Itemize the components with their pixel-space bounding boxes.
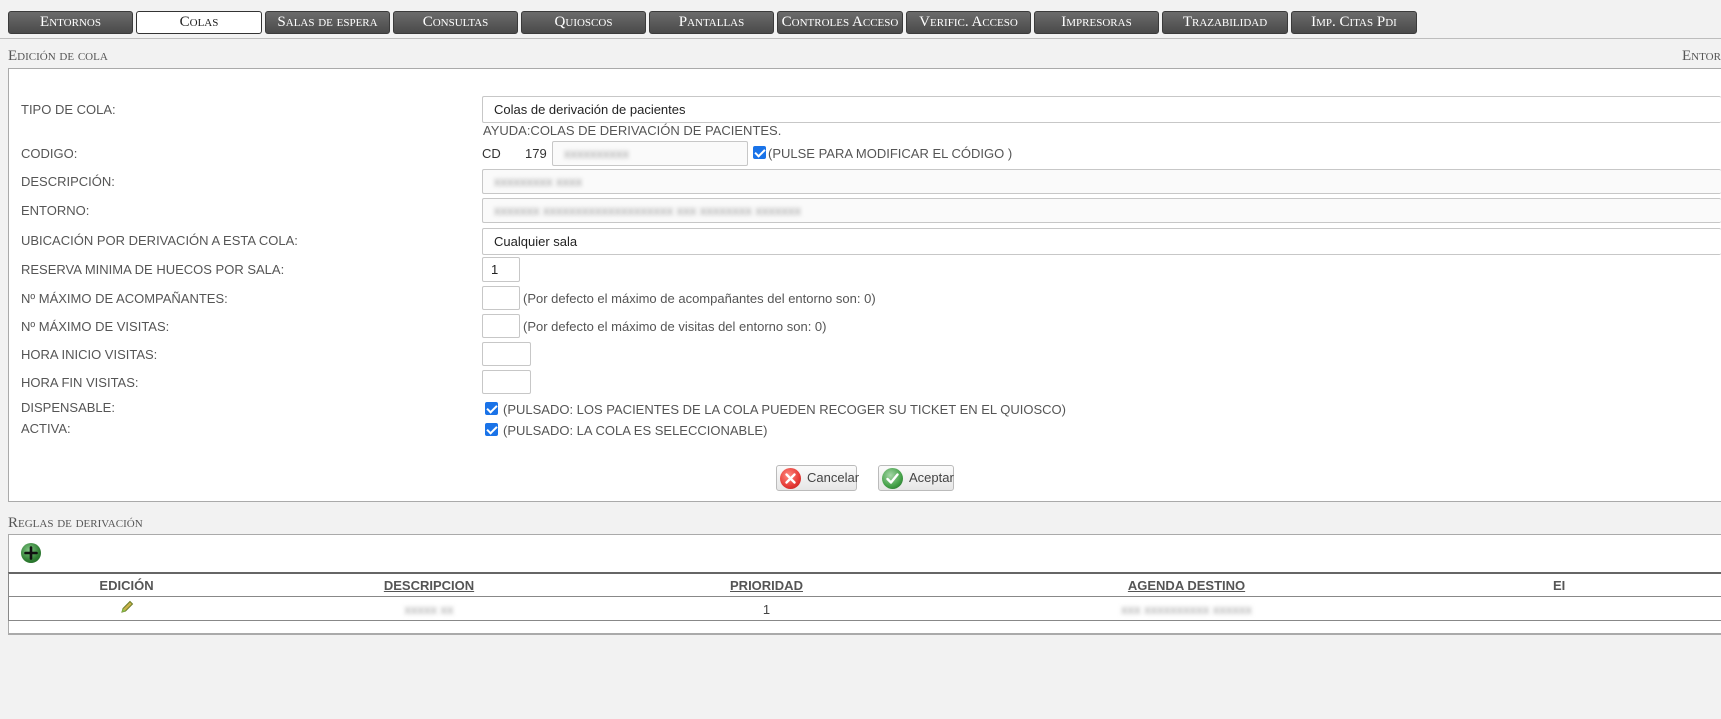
visitas-label: Nº MÁXIMO DE VISITAS: xyxy=(21,319,170,334)
tab-impresoras[interactable]: Impresoras xyxy=(1034,11,1159,34)
dispensable-note: (PULSADO: LOS PACIENTES DE LA COLA PUEDE… xyxy=(503,402,1066,417)
cancel-label: Cancelar xyxy=(807,470,860,485)
ubicacion-label: UBICACIÓN POR DERIVACIÓN A ESTA COLA: xyxy=(21,233,298,248)
tab-quioscos[interactable]: Quioscos xyxy=(521,11,646,34)
accept-icon xyxy=(882,468,903,489)
acompanantes-note: (Por defecto el máximo de acompañantes d… xyxy=(523,291,876,306)
codigo-modify-checkbox[interactable] xyxy=(753,146,766,159)
hora-inicio-input[interactable] xyxy=(482,342,531,366)
header-prioridad[interactable]: PRIORIDAD xyxy=(709,578,824,593)
row-descripcion-value: xxxxx xx xyxy=(404,602,454,617)
ubicacion-select[interactable]: Cualquier sala xyxy=(482,228,1721,255)
acompanantes-label: Nº MÁXIMO DE ACOMPAÑANTES: xyxy=(21,291,228,306)
top-navigation: Entornos Colas Salas de espera Consultas… xyxy=(0,0,1721,39)
hora-fin-input[interactable] xyxy=(482,370,531,394)
rules-table: EDICIÓN DESCRIPCION PRIORIDAD AGENDA DES… xyxy=(8,572,1721,621)
codigo-number: 179 xyxy=(525,146,547,161)
edit-queue-panel xyxy=(8,68,1721,502)
header-agenda-destino[interactable]: AGENDA DESTINO xyxy=(1109,578,1264,593)
descripcion-value: xxxxxxxxx xxxx xyxy=(494,174,583,189)
tab-verific-acceso[interactable]: Verific. Acceso xyxy=(906,11,1031,34)
tab-trazabilidad[interactable]: Trazabilidad xyxy=(1162,11,1288,34)
environment-section-title: Entor xyxy=(1682,48,1721,64)
tab-colas[interactable]: Colas xyxy=(136,11,262,34)
tab-imp-citas-pdi[interactable]: Imp. Citas Pdi xyxy=(1291,11,1417,34)
header-descripcion[interactable]: DESCRIPCION xyxy=(369,578,489,593)
descripcion-input[interactable]: xxxxxxxxx xxxx xyxy=(482,169,1721,194)
activa-label: ACTIVA: xyxy=(21,421,71,436)
entorno-value: xxxxxxx xxxxxxxxxxxxxxxxxxxx xxx xxxxxxx… xyxy=(494,203,801,218)
codigo-input[interactable]: xxxxxxxxxx xyxy=(552,141,748,166)
tab-consultas[interactable]: Consultas xyxy=(393,11,518,34)
codigo-note: (PULSE PARA MODIFICAR EL CÓDIGO ) xyxy=(768,146,1013,161)
rules-section-title: Reglas de derivación xyxy=(8,515,143,531)
activa-note: (PULSADO: LA COLA ES SELECCIONABLE) xyxy=(503,423,768,438)
accept-button[interactable]: Aceptar xyxy=(878,465,954,491)
codigo-prefix: CD xyxy=(482,146,501,161)
tipo-cola-help: AYUDA:COLAS DE DERIVACIÓN DE PACIENTES. xyxy=(483,123,782,138)
dispensable-label: DISPENSABLE: xyxy=(21,400,115,415)
row-agenda-value: xxx xxxxxxxxxx xxxxxx xyxy=(1121,602,1252,617)
row-prioridad: 1 xyxy=(762,602,771,617)
tab-entornos[interactable]: Entornos xyxy=(8,11,133,34)
tab-pantallas[interactable]: Pantallas xyxy=(649,11,774,34)
codigo-label: CODIGO: xyxy=(21,146,78,161)
cancel-button[interactable]: Cancelar xyxy=(776,465,860,491)
bottom-divider xyxy=(8,634,1721,635)
reserva-input[interactable]: 1 xyxy=(482,257,520,282)
tab-salas-de-espera[interactable]: Salas de espera xyxy=(265,11,390,34)
header-ei: EI xyxy=(1553,578,1566,593)
visitas-note: (Por defecto el máximo de visitas del en… xyxy=(523,319,827,334)
header-edicion: EDICIÓN xyxy=(99,578,154,593)
row-agenda-destino: xxx xxxxxxxxxx xxxxxx xyxy=(1089,602,1284,617)
edit-pencil-icon[interactable] xyxy=(119,599,135,615)
entorno-label: ENTORNO: xyxy=(21,203,90,218)
plus-icon xyxy=(24,546,38,560)
cancel-icon xyxy=(780,468,801,489)
tipo-cola-select[interactable]: Colas de derivación de pacientes xyxy=(482,96,1721,123)
entorno-select[interactable]: xxxxxxx xxxxxxxxxxxxxxxxxxxx xxx xxxxxxx… xyxy=(482,198,1721,223)
row-descripcion: xxxxx xx xyxy=(369,602,489,617)
dispensable-checkbox[interactable] xyxy=(485,402,498,415)
acompanantes-input[interactable] xyxy=(482,286,520,310)
tab-controles-acceso[interactable]: Controles Acceso xyxy=(777,11,903,34)
hora-fin-label: HORA FIN VISITAS: xyxy=(21,375,139,390)
codigo-value: xxxxxxxxxx xyxy=(564,146,629,161)
hora-inicio-label: HORA INICIO VISITAS: xyxy=(21,347,158,362)
accept-label: Aceptar xyxy=(909,470,954,485)
tipo-cola-label: TIPO DE COLA: xyxy=(21,102,116,117)
edit-section-title: Edición de cola xyxy=(8,48,108,64)
reserva-label: RESERVA MINIMA DE HUECOS POR SALA: xyxy=(21,262,285,277)
descripcion-label: DESCRIPCIÓN: xyxy=(21,174,115,189)
visitas-input[interactable] xyxy=(482,314,520,338)
activa-checkbox[interactable] xyxy=(485,423,498,436)
add-rule-button[interactable] xyxy=(21,543,41,563)
